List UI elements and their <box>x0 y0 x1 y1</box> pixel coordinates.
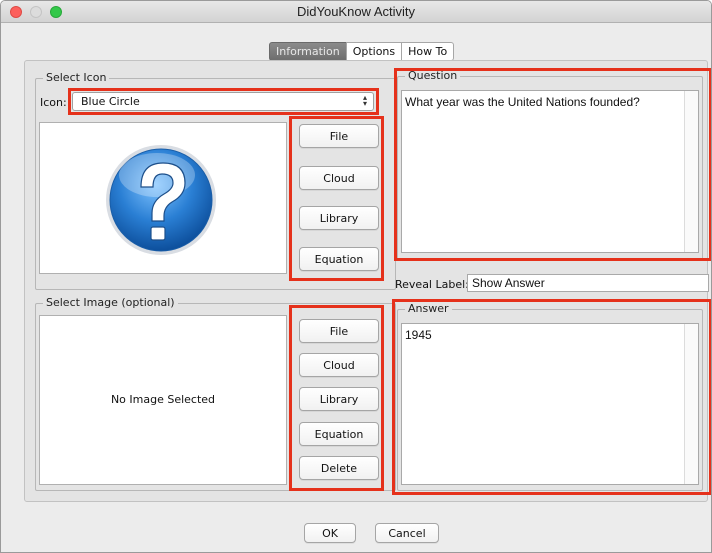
highlight-icon-buttons <box>289 116 384 281</box>
reveal-label-input[interactable]: Show Answer <box>467 274 709 292</box>
title-bar: DidYouKnow Activity <box>1 1 711 23</box>
highlight-answer <box>392 299 711 495</box>
image-preview: No Image Selected <box>39 315 287 485</box>
highlight-image-buttons <box>289 305 384 491</box>
no-image-text: No Image Selected <box>110 393 216 406</box>
select-image-legend: Select Image (optional) <box>43 296 178 309</box>
window-title: DidYouKnow Activity <box>296 4 416 19</box>
select-icon-legend: Select Icon <box>43 71 110 84</box>
dialog-window: DidYouKnow Activity Information Options … <box>0 0 712 553</box>
tab-how-to[interactable]: How To <box>401 42 455 61</box>
icon-label: Icon: <box>40 96 67 109</box>
highlight-icon-select <box>68 88 379 115</box>
tab-options[interactable]: Options <box>345 42 403 61</box>
icon-preview <box>39 122 287 274</box>
question-mark-circle-icon <box>106 145 216 255</box>
cancel-button[interactable]: Cancel <box>375 523 439 543</box>
highlight-question <box>394 68 711 261</box>
ok-button[interactable]: OK <box>304 523 356 543</box>
tab-bar: Information Options How To <box>269 42 455 61</box>
tab-information[interactable]: Information <box>269 42 347 61</box>
reveal-label: Reveal Label: <box>395 278 469 291</box>
